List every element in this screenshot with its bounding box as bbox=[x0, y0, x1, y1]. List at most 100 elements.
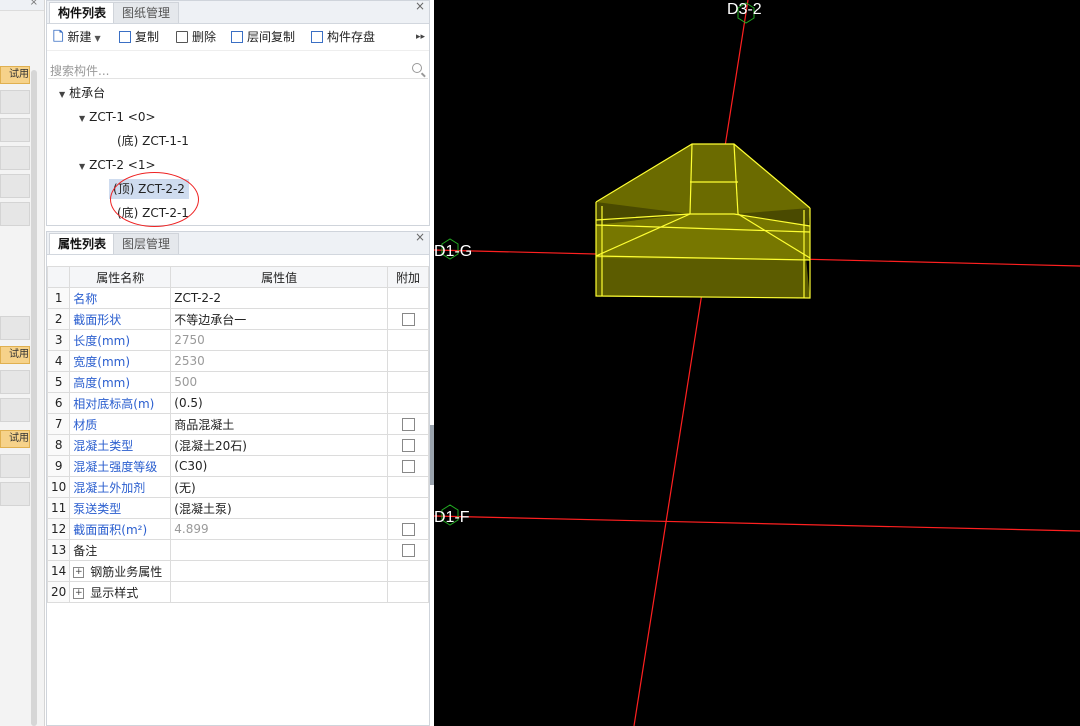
tab-layer-management[interactable]: 图层管理 bbox=[113, 233, 180, 254]
table-row[interactable]: 20 + 显示样式 bbox=[46, 581, 429, 603]
tab-property-list[interactable]: 属性列表 bbox=[49, 233, 116, 254]
extra-cell bbox=[387, 329, 429, 351]
more-tools-icon[interactable]: ▸▸ bbox=[416, 32, 425, 42]
extra-cell[interactable] bbox=[387, 539, 429, 561]
property-value[interactable]: 2530 bbox=[170, 350, 388, 372]
delete-button[interactable]: 删除 bbox=[176, 28, 216, 46]
table-header-row: 属性名称 属性值 附加 bbox=[46, 266, 429, 288]
property-value[interactable] bbox=[170, 539, 388, 561]
property-value[interactable]: 商品混凝土 bbox=[170, 413, 388, 435]
left-panel-header: × bbox=[0, 0, 44, 11]
component-toolbar: 🗋 新建 ▼ 复制 删除 层间复制 构件存盘 ▸▸ bbox=[47, 24, 429, 51]
search-icon[interactable] bbox=[412, 63, 422, 73]
table-row[interactable]: 11 泵送类型 (混凝土泵) bbox=[46, 497, 429, 519]
property-value[interactable]: (混凝土泵) bbox=[170, 497, 388, 519]
property-value[interactable]: (C30) bbox=[170, 455, 388, 477]
table-row[interactable]: 2 截面形状 不等边承台一 bbox=[46, 308, 429, 330]
expand-triangle-icon[interactable]: ▼ bbox=[79, 114, 85, 123]
panel-cell[interactable] bbox=[0, 482, 30, 506]
table-row[interactable]: 10 混凝土外加剂 (无) bbox=[46, 476, 429, 498]
extra-checkbox[interactable] bbox=[401, 439, 415, 452]
property-value[interactable]: 4.899 bbox=[170, 518, 388, 540]
property-value[interactable]: 500 bbox=[170, 371, 388, 393]
floor-copy-label: 层间复制 bbox=[247, 30, 296, 44]
table-row[interactable]: 7 材质 商品混凝土 bbox=[46, 413, 429, 435]
property-value[interactable]: 不等边承台一 bbox=[170, 308, 388, 330]
property-name-label: 长度(mm) bbox=[73, 333, 131, 348]
3d-viewport[interactable]: D3-2 D1-G D1-F bbox=[434, 0, 1080, 726]
axis-line-d3-2 bbox=[633, 0, 749, 726]
property-value[interactable]: 2750 bbox=[170, 329, 388, 351]
tab-component-list[interactable]: 构件列表 bbox=[49, 2, 116, 23]
close-icon[interactable]: × bbox=[30, 0, 38, 8]
panel-cell[interactable] bbox=[0, 146, 30, 170]
property-value[interactable]: (0.5) bbox=[170, 392, 388, 414]
table-row[interactable]: 13 备注 bbox=[46, 539, 429, 561]
vertical-scrollbar[interactable] bbox=[31, 70, 37, 726]
trial-button[interactable]: 试用 bbox=[0, 66, 30, 84]
tree-item[interactable]: (底) ZCT-1-1 bbox=[117, 131, 189, 151]
table-row[interactable]: 9 混凝土强度等级 (C30) bbox=[46, 455, 429, 477]
property-value[interactable]: (无) bbox=[170, 476, 388, 498]
expand-plus-icon[interactable]: + bbox=[73, 566, 85, 578]
extra-cell[interactable] bbox=[387, 434, 429, 456]
expand-triangle-icon[interactable]: ▼ bbox=[59, 90, 65, 99]
trial-button[interactable]: 试用 bbox=[0, 346, 30, 364]
search-input[interactable]: 搜索构件... bbox=[50, 62, 109, 79]
chevron-down-icon[interactable]: ▼ bbox=[94, 34, 100, 43]
property-value[interactable]: (混凝土20石) bbox=[170, 434, 388, 456]
component-search[interactable]: 搜索构件... bbox=[48, 61, 428, 79]
panel-cell[interactable] bbox=[0, 370, 30, 394]
panel-cell[interactable] bbox=[0, 174, 30, 198]
extra-checkbox[interactable] bbox=[401, 460, 415, 473]
table-row[interactable]: 8 混凝土类型 (混凝土20石) bbox=[46, 434, 429, 456]
tab-drawing-management[interactable]: 图纸管理 bbox=[113, 2, 180, 23]
table-row[interactable]: 4 宽度(mm) 2530 bbox=[46, 350, 429, 372]
pile-cap-3d-model[interactable] bbox=[595, 143, 811, 299]
extra-cell[interactable] bbox=[387, 455, 429, 477]
copy-button[interactable]: 复制 bbox=[119, 28, 159, 46]
extra-cell[interactable] bbox=[387, 518, 429, 540]
row-index: 8 bbox=[46, 434, 71, 456]
close-icon[interactable]: × bbox=[415, 0, 425, 13]
extra-cell[interactable] bbox=[387, 308, 429, 330]
table-row[interactable]: 3 长度(mm) 2750 bbox=[46, 329, 429, 351]
viewport-canvas: D3-2 D1-G D1-F bbox=[434, 0, 1080, 726]
expand-plus-icon[interactable]: + bbox=[73, 587, 85, 599]
expand-triangle-icon[interactable]: ▼ bbox=[79, 162, 85, 171]
extra-checkbox[interactable] bbox=[401, 523, 415, 536]
save-component-button[interactable]: 构件存盘 bbox=[311, 28, 375, 46]
table-row[interactable]: 5 高度(mm) 500 bbox=[46, 371, 429, 393]
floor-copy-button[interactable]: 层间复制 bbox=[231, 28, 295, 46]
property-value[interactable] bbox=[170, 581, 388, 603]
close-icon[interactable]: × bbox=[415, 230, 425, 244]
extra-checkbox[interactable] bbox=[401, 418, 415, 431]
table-row[interactable]: 14 + 钢筋业务属性 bbox=[46, 560, 429, 582]
trial-button[interactable]: 试用 bbox=[0, 430, 30, 448]
extra-cell bbox=[387, 497, 429, 519]
axis-marker-d1-g[interactable]: D1-G bbox=[434, 238, 472, 260]
table-row[interactable]: 12 截面面积(m²) 4.899 bbox=[46, 518, 429, 540]
floor-copy-icon bbox=[231, 31, 243, 43]
extra-checkbox[interactable] bbox=[401, 544, 415, 557]
tree-root[interactable]: ▼ 桩承台 bbox=[59, 83, 105, 103]
red-annotation-ellipse bbox=[110, 172, 199, 227]
panel-cell[interactable] bbox=[0, 454, 30, 478]
panel-cell[interactable] bbox=[0, 90, 30, 114]
property-name: 材质 bbox=[69, 413, 172, 435]
property-value[interactable]: ZCT-2-2 bbox=[170, 287, 388, 309]
extra-checkbox[interactable] bbox=[401, 313, 415, 326]
table-row[interactable]: 6 相对底标高(m) (0.5) bbox=[46, 392, 429, 414]
extra-cell[interactable] bbox=[387, 413, 429, 435]
property-value[interactable] bbox=[170, 560, 388, 582]
axis-marker-d1-f[interactable]: D1-F bbox=[434, 504, 470, 526]
row-index: 14 bbox=[46, 560, 71, 582]
header-extra: 附加 bbox=[387, 266, 429, 288]
new-button[interactable]: 🗋 新建 ▼ bbox=[53, 28, 101, 46]
panel-cell[interactable] bbox=[0, 202, 30, 226]
tree-group[interactable]: ▼ ZCT-1 <0> bbox=[79, 107, 156, 127]
table-row[interactable]: 1 名称 ZCT-2-2 bbox=[46, 287, 429, 309]
panel-cell[interactable] bbox=[0, 118, 30, 142]
panel-cell[interactable] bbox=[0, 398, 30, 422]
panel-cell[interactable] bbox=[0, 316, 30, 340]
